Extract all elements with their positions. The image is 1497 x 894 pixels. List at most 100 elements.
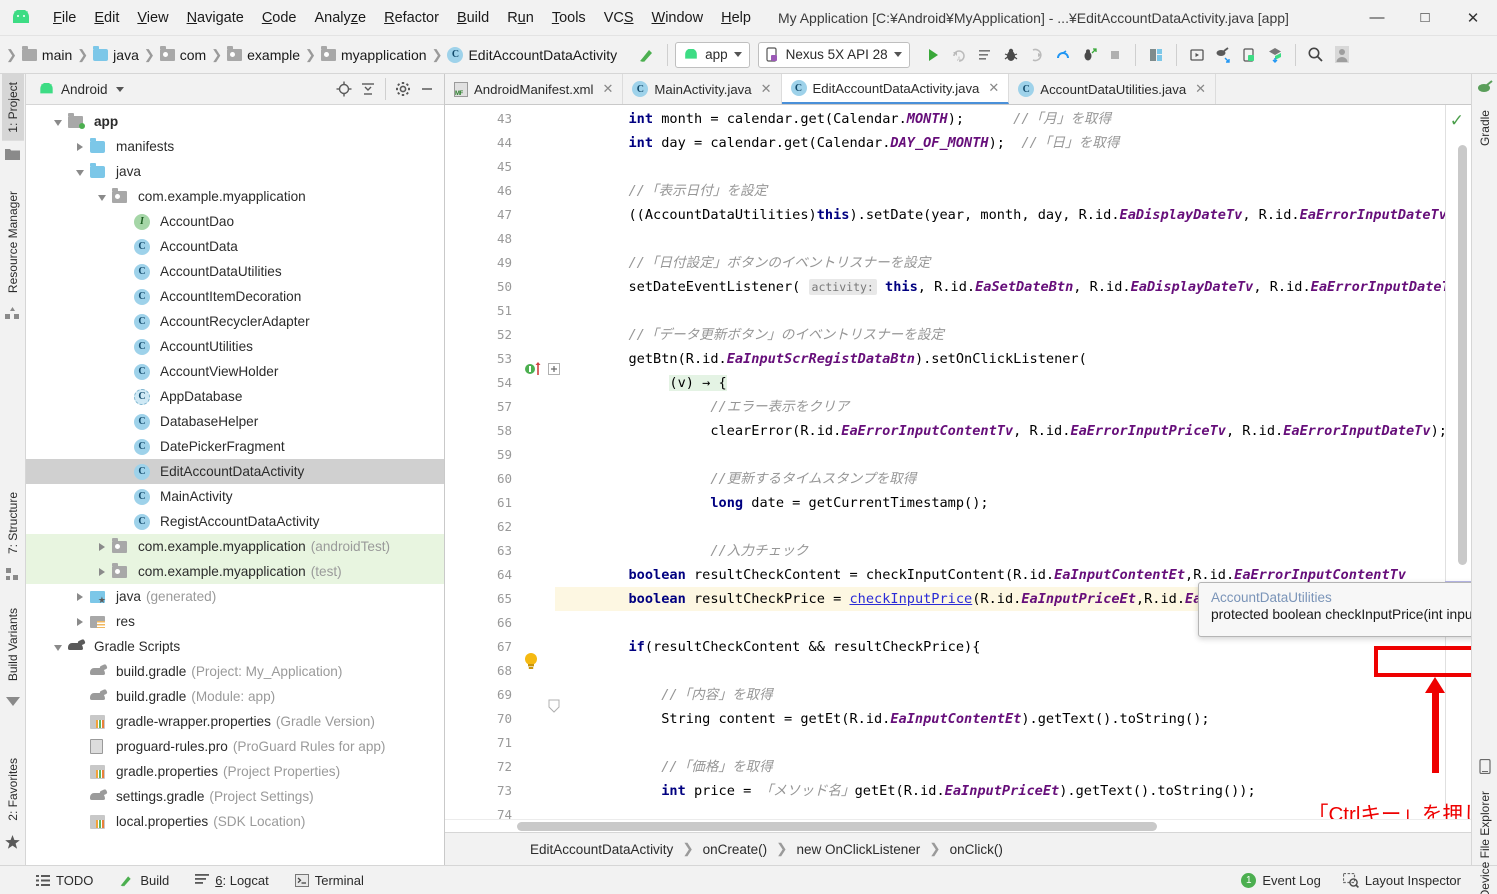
chevron-down-icon[interactable] xyxy=(92,189,112,204)
close-icon[interactable]: ✕ xyxy=(602,81,613,97)
minimize-button[interactable]: — xyxy=(1353,0,1401,36)
code-line[interactable]: if(resultCheckContent && resultCheckPric… xyxy=(555,635,1445,659)
run-icon[interactable] xyxy=(920,42,946,68)
code-line[interactable]: //「日付設定」ボタンのイベントリスナーを設定 xyxy=(555,251,1445,275)
tree-item-appdatabase[interactable]: C AppDatabase xyxy=(26,384,444,409)
code-line[interactable] xyxy=(555,227,1445,251)
code-line[interactable] xyxy=(555,515,1445,539)
sidebar-tab-gradle[interactable]: Gradle xyxy=(1474,102,1496,154)
close-icon[interactable]: ✕ xyxy=(1195,81,1206,97)
project-tree[interactable]: app manifests java com.example.myapplicatio… xyxy=(26,105,444,865)
debug-icon[interactable] xyxy=(998,42,1024,68)
code-line[interactable]: String content = getEt(R.id.EaInputConte… xyxy=(555,707,1445,731)
editor-breadcrumb-bar[interactable]: EditAccountDataActivity ❯ onCreate() ❯ new O… xyxy=(445,832,1471,865)
sidebar-tab-favorites[interactable]: 2: Favorites xyxy=(2,750,24,829)
run-gutter-icon[interactable] xyxy=(524,361,544,377)
apply-code-changes-icon[interactable] xyxy=(972,42,998,68)
menu-view[interactable]: View xyxy=(128,7,177,29)
tree-item-accountdata[interactable]: C AccountData xyxy=(26,234,444,259)
tree-item-accountutilities[interactable]: C AccountUtilities xyxy=(26,334,444,359)
menu-build[interactable]: Build xyxy=(448,7,498,29)
code-line[interactable]: //「価格」を取得 xyxy=(555,755,1445,779)
code-line[interactable]: ((AccountDataUtilities)this).setDate(yea… xyxy=(555,203,1445,227)
tree-item-app[interactable]: app xyxy=(26,109,444,134)
menu-refactor[interactable]: Refactor xyxy=(375,7,448,29)
device-file-icon[interactable] xyxy=(1236,42,1262,68)
chevron-down-icon[interactable] xyxy=(70,164,90,179)
code-line[interactable] xyxy=(555,659,1445,683)
search-icon[interactable] xyxy=(1303,42,1329,68)
editor-horizontal-scrollbar-track[interactable] xyxy=(445,819,1471,832)
menu-navigate[interactable]: Navigate xyxy=(178,7,253,29)
editor-vertical-scrollbar[interactable] xyxy=(1458,145,1467,565)
tree-item-com-example-myapplication[interactable]: com.example.myapplication (test) xyxy=(26,559,444,584)
editor-breadcrumb-item[interactable]: onCreate() xyxy=(700,842,771,857)
attach-debugger-icon[interactable] xyxy=(1076,42,1102,68)
editor-tab-editaccountdataactivity-java[interactable]: C EditAccountDataActivity.java ✕ xyxy=(781,74,1010,104)
editor-tab-androidmanifest-xml[interactable]: AndroidManifest.xml ✕ xyxy=(445,74,624,104)
tree-item-gradle-properties[interactable]: gradle.properties (Project Properties) xyxy=(26,759,444,784)
editor-breadcrumb-item[interactable]: new OnClickListener xyxy=(793,842,923,857)
module-selector[interactable]: app xyxy=(675,41,750,68)
tree-item-accountdatautilities[interactable]: C AccountDataUtilities xyxy=(26,259,444,284)
editor-marker-bar[interactable]: ✓ xyxy=(1445,105,1471,819)
tree-item-datepickerfragment[interactable]: C DatePickerFragment xyxy=(26,434,444,459)
statusbar-todo[interactable]: TODO xyxy=(36,873,107,888)
code-line[interactable]: clearError(R.id.EaErrorInputContentTv, R… xyxy=(555,419,1445,443)
code-line[interactable]: //「表示日付」を設定 xyxy=(555,179,1445,203)
close-button[interactable]: ✕ xyxy=(1449,0,1497,36)
menu-edit[interactable]: Edit xyxy=(85,7,128,29)
tree-item-proguard-rules-pro[interactable]: proguard-rules.pro (ProGuard Rules for ap… xyxy=(26,734,444,759)
code-line[interactable]: long date = getCurrentTimestamp(); xyxy=(555,491,1445,515)
close-icon[interactable]: ✕ xyxy=(988,80,999,96)
locate-icon[interactable] xyxy=(333,78,355,100)
code-line[interactable]: //「データ更新ボタン」のイベントリスナーを設定 xyxy=(555,323,1445,347)
sync-gradle-icon[interactable] xyxy=(1210,42,1236,68)
editor-breadcrumb-item[interactable]: onClick() xyxy=(947,842,1006,857)
code-line[interactable]: //更新するタイムスタンプを取得 xyxy=(555,467,1445,491)
chevron-right-icon[interactable] xyxy=(70,589,90,604)
make-project-icon[interactable] xyxy=(634,42,660,68)
settings-gear-icon[interactable] xyxy=(392,78,414,100)
tree-item-build-gradle[interactable]: build.gradle (Module: app) xyxy=(26,684,444,709)
stop-icon[interactable] xyxy=(1102,42,1128,68)
sdk-manager-icon[interactable] xyxy=(1143,42,1169,68)
menu-analyze[interactable]: Analyze xyxy=(306,7,376,29)
sidebar-tab-device-file-explorer[interactable]: Device File Explorer xyxy=(1474,783,1496,894)
menu-vcs[interactable]: VCS xyxy=(595,7,643,29)
tree-item-build-gradle[interactable]: build.gradle (Project: My_Application) xyxy=(26,659,444,684)
device-selector[interactable]: Nexus 5X API 28 xyxy=(757,41,910,68)
code-line[interactable]: int day = calendar.get(Calendar.DAY_OF_M… xyxy=(555,131,1445,155)
close-icon[interactable]: ✕ xyxy=(761,81,772,97)
tree-item-manifests[interactable]: manifests xyxy=(26,134,444,159)
code-line[interactable]: //エラー表示をクリア xyxy=(555,395,1445,419)
editor-breadcrumb-item[interactable]: EditAccountDataActivity xyxy=(527,842,676,857)
tree-item-res[interactable]: res xyxy=(26,609,444,634)
code-line[interactable] xyxy=(555,299,1445,323)
chevron-right-icon[interactable] xyxy=(92,539,112,554)
code-line[interactable]: (v) → { xyxy=(555,371,1445,395)
menu-window[interactable]: Window xyxy=(643,7,713,29)
statusbar-build[interactable]: Build xyxy=(119,873,183,888)
statusbar-terminal[interactable]: Terminal xyxy=(294,873,378,888)
inspections-ok-checkmark[interactable]: ✓ xyxy=(1450,111,1464,131)
code-line[interactable] xyxy=(555,443,1445,467)
menu-code[interactable]: Code xyxy=(253,7,306,29)
code-line[interactable]: setDateEventListener( activity: this, R.… xyxy=(555,275,1445,299)
tree-item-editaccountdataactivity[interactable]: C EditAccountDataActivity xyxy=(26,459,444,484)
chevron-right-icon[interactable] xyxy=(70,139,90,154)
tree-item-databasehelper[interactable]: C DatabaseHelper xyxy=(26,409,444,434)
tree-item-gradle-scripts[interactable]: Gradle Scripts xyxy=(26,634,444,659)
apply-changes-icon[interactable]: A xyxy=(946,42,972,68)
hide-panel-icon[interactable] xyxy=(416,78,438,100)
profile-icon[interactable] xyxy=(1050,42,1076,68)
tree-item-gradle-wrapper-properties[interactable]: gradle-wrapper.properties (Gradle Version… xyxy=(26,709,444,734)
layout-inspector-icon[interactable] xyxy=(1262,42,1288,68)
breadcrumb-myapplication[interactable]: myapplication xyxy=(318,45,430,63)
tree-item-com-example-myapplication[interactable]: com.example.myapplication xyxy=(26,184,444,209)
tree-item-java[interactable]: java (generated) xyxy=(26,584,444,609)
code-content[interactable]: int month = calendar.get(Calendar.MONTH)… xyxy=(555,105,1445,819)
menu-run[interactable]: Run xyxy=(498,7,543,29)
code-line[interactable]: getBtn(R.id.EaInputScrRegistDataBtn).set… xyxy=(555,347,1445,371)
editor-tab-accountdatautilities-java[interactable]: C AccountDataUtilities.java ✕ xyxy=(1009,74,1217,104)
